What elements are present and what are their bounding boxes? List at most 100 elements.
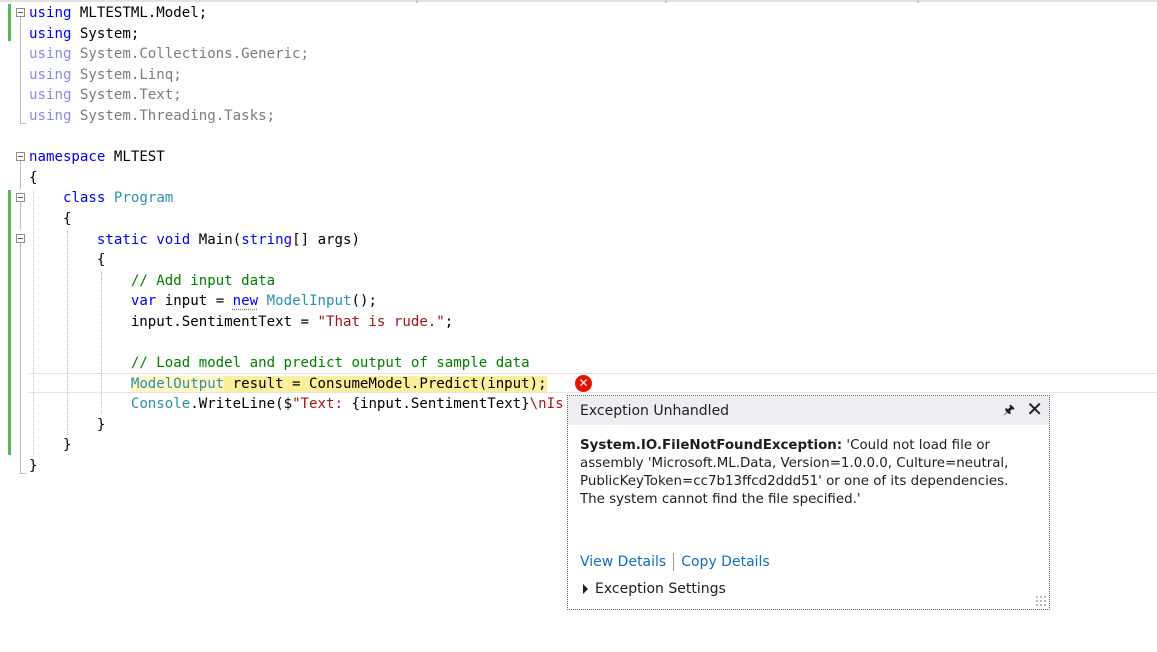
code-token: } bbox=[29, 416, 106, 433]
code-token: input.SentimentText = bbox=[29, 313, 318, 330]
code-line[interactable] bbox=[29, 333, 827, 354]
code-token: } bbox=[29, 437, 72, 454]
collapse-toggle-namespace[interactable] bbox=[16, 152, 25, 161]
expand-triangle-icon bbox=[583, 584, 588, 594]
code-token: { bbox=[29, 169, 38, 186]
code-token: // Add input data bbox=[130, 272, 276, 289]
code-token: static bbox=[96, 231, 148, 248]
code-token: class bbox=[62, 190, 106, 207]
code-token: using bbox=[29, 107, 72, 124]
exception-popup-title: Exception Unhandled bbox=[580, 402, 730, 419]
code-token: (); bbox=[351, 293, 377, 310]
code-line[interactable]: { bbox=[29, 168, 827, 189]
code-token: Console bbox=[130, 396, 191, 413]
code-token: ModelOutput bbox=[130, 375, 225, 392]
code-token: MLTESTML.Model; bbox=[71, 5, 208, 21]
code-token: { bbox=[29, 210, 72, 227]
code-line[interactable]: ModelOutput result = ConsumeModel.Predic… bbox=[29, 374, 827, 395]
exception-popup-header: Exception Unhandled 🖈︎ ✕ bbox=[568, 396, 1049, 425]
code-line[interactable]: using MLTESTML.Model; bbox=[29, 3, 827, 24]
code-line[interactable]: input.SentimentText = "That is rude."; bbox=[29, 312, 827, 333]
code-line[interactable] bbox=[29, 127, 827, 148]
code-token: Program bbox=[113, 190, 174, 207]
copy-details-link[interactable]: Copy Details bbox=[681, 554, 770, 570]
code-token: using bbox=[29, 5, 72, 21]
outline-line bbox=[20, 243, 21, 474]
code-token: [] args) bbox=[292, 231, 360, 248]
change-bar bbox=[8, 190, 11, 455]
code-token: System.Text; bbox=[71, 87, 182, 104]
code-line[interactable]: class Program bbox=[29, 188, 827, 209]
exception-links: View Details Copy Details bbox=[580, 553, 770, 571]
collapse-toggle-class[interactable] bbox=[16, 193, 25, 202]
error-icon[interactable]: ✕ bbox=[575, 375, 592, 392]
code-line[interactable]: using System.Threading.Tasks; bbox=[29, 106, 827, 127]
code-line[interactable]: using System; bbox=[29, 24, 827, 45]
exception-message: System.IO.FileNotFoundException: 'Could … bbox=[568, 425, 1049, 509]
outline-end bbox=[20, 473, 26, 474]
code-token: ; bbox=[444, 313, 454, 330]
code-token: "Text: bbox=[292, 396, 352, 413]
code-token: using bbox=[29, 66, 72, 83]
exception-popup: Exception Unhandled 🖈︎ ✕ System.IO.FileN… bbox=[567, 395, 1050, 610]
outline-end bbox=[20, 123, 26, 124]
code-token: new bbox=[232, 293, 259, 310]
code-line[interactable]: using System.Text; bbox=[29, 85, 827, 106]
outline-line bbox=[20, 202, 21, 230]
code-line[interactable]: { bbox=[29, 209, 827, 230]
code-token: { bbox=[29, 252, 106, 269]
link-separator bbox=[673, 553, 675, 571]
code-token: Main( bbox=[190, 231, 242, 248]
code-line[interactable]: static void Main(string[] args) bbox=[29, 230, 827, 251]
code-line[interactable]: // Load model and predict output of samp… bbox=[29, 353, 827, 374]
code-token: var bbox=[130, 293, 157, 310]
exception-type: System.IO.FileNotFoundException: bbox=[580, 438, 843, 453]
collapse-toggle-method[interactable] bbox=[16, 234, 25, 243]
code-token: MLTEST bbox=[105, 149, 165, 166]
code-token: "That is rude." bbox=[317, 313, 445, 330]
close-icon[interactable]: ✕ bbox=[1026, 397, 1043, 421]
code-token: using bbox=[29, 87, 72, 104]
code-token: namespace bbox=[29, 149, 106, 166]
code-line[interactable]: using System.Collections.Generic; bbox=[29, 44, 827, 65]
collapse-toggle-usings[interactable] bbox=[16, 8, 25, 17]
code-token: {input.SentimentText} bbox=[351, 396, 530, 413]
code-line[interactable]: namespace MLTEST bbox=[29, 147, 827, 168]
code-token: } bbox=[29, 458, 38, 475]
code-token: string bbox=[241, 231, 293, 248]
outline-line bbox=[20, 161, 21, 189]
code-token: result = ConsumeModel.Predict(input); bbox=[224, 375, 547, 392]
code-token: \nIs bbox=[529, 396, 573, 413]
code-line[interactable]: // Add input data bbox=[29, 271, 827, 292]
code-token: input = bbox=[156, 293, 233, 310]
editor-gutter bbox=[0, 0, 28, 480]
code-line[interactable]: { bbox=[29, 250, 827, 271]
code-token: ModelInput bbox=[266, 293, 352, 310]
exception-settings-expander[interactable]: Exception Settings bbox=[583, 581, 726, 597]
code-token: System.Collections.Generic; bbox=[71, 46, 310, 63]
code-token: System.Linq; bbox=[71, 66, 182, 83]
exception-settings-label: Exception Settings bbox=[595, 581, 726, 597]
code-line[interactable]: var input = new ModelInput(); bbox=[29, 291, 827, 312]
resize-grip-icon[interactable] bbox=[1035, 595, 1047, 607]
top-tick bbox=[917, 0, 919, 3]
pin-icon[interactable]: 🖈︎ bbox=[1003, 401, 1015, 423]
code-line[interactable]: using System.Linq; bbox=[29, 65, 827, 86]
code-token: using bbox=[29, 25, 72, 42]
code-token: System; bbox=[71, 25, 140, 42]
code-token: System.Threading.Tasks; bbox=[71, 107, 276, 124]
outline-line bbox=[20, 17, 21, 124]
change-bar bbox=[8, 4, 11, 41]
code-token: void bbox=[156, 231, 191, 248]
code-token: using bbox=[29, 46, 72, 63]
view-details-link[interactable]: View Details bbox=[580, 554, 666, 570]
